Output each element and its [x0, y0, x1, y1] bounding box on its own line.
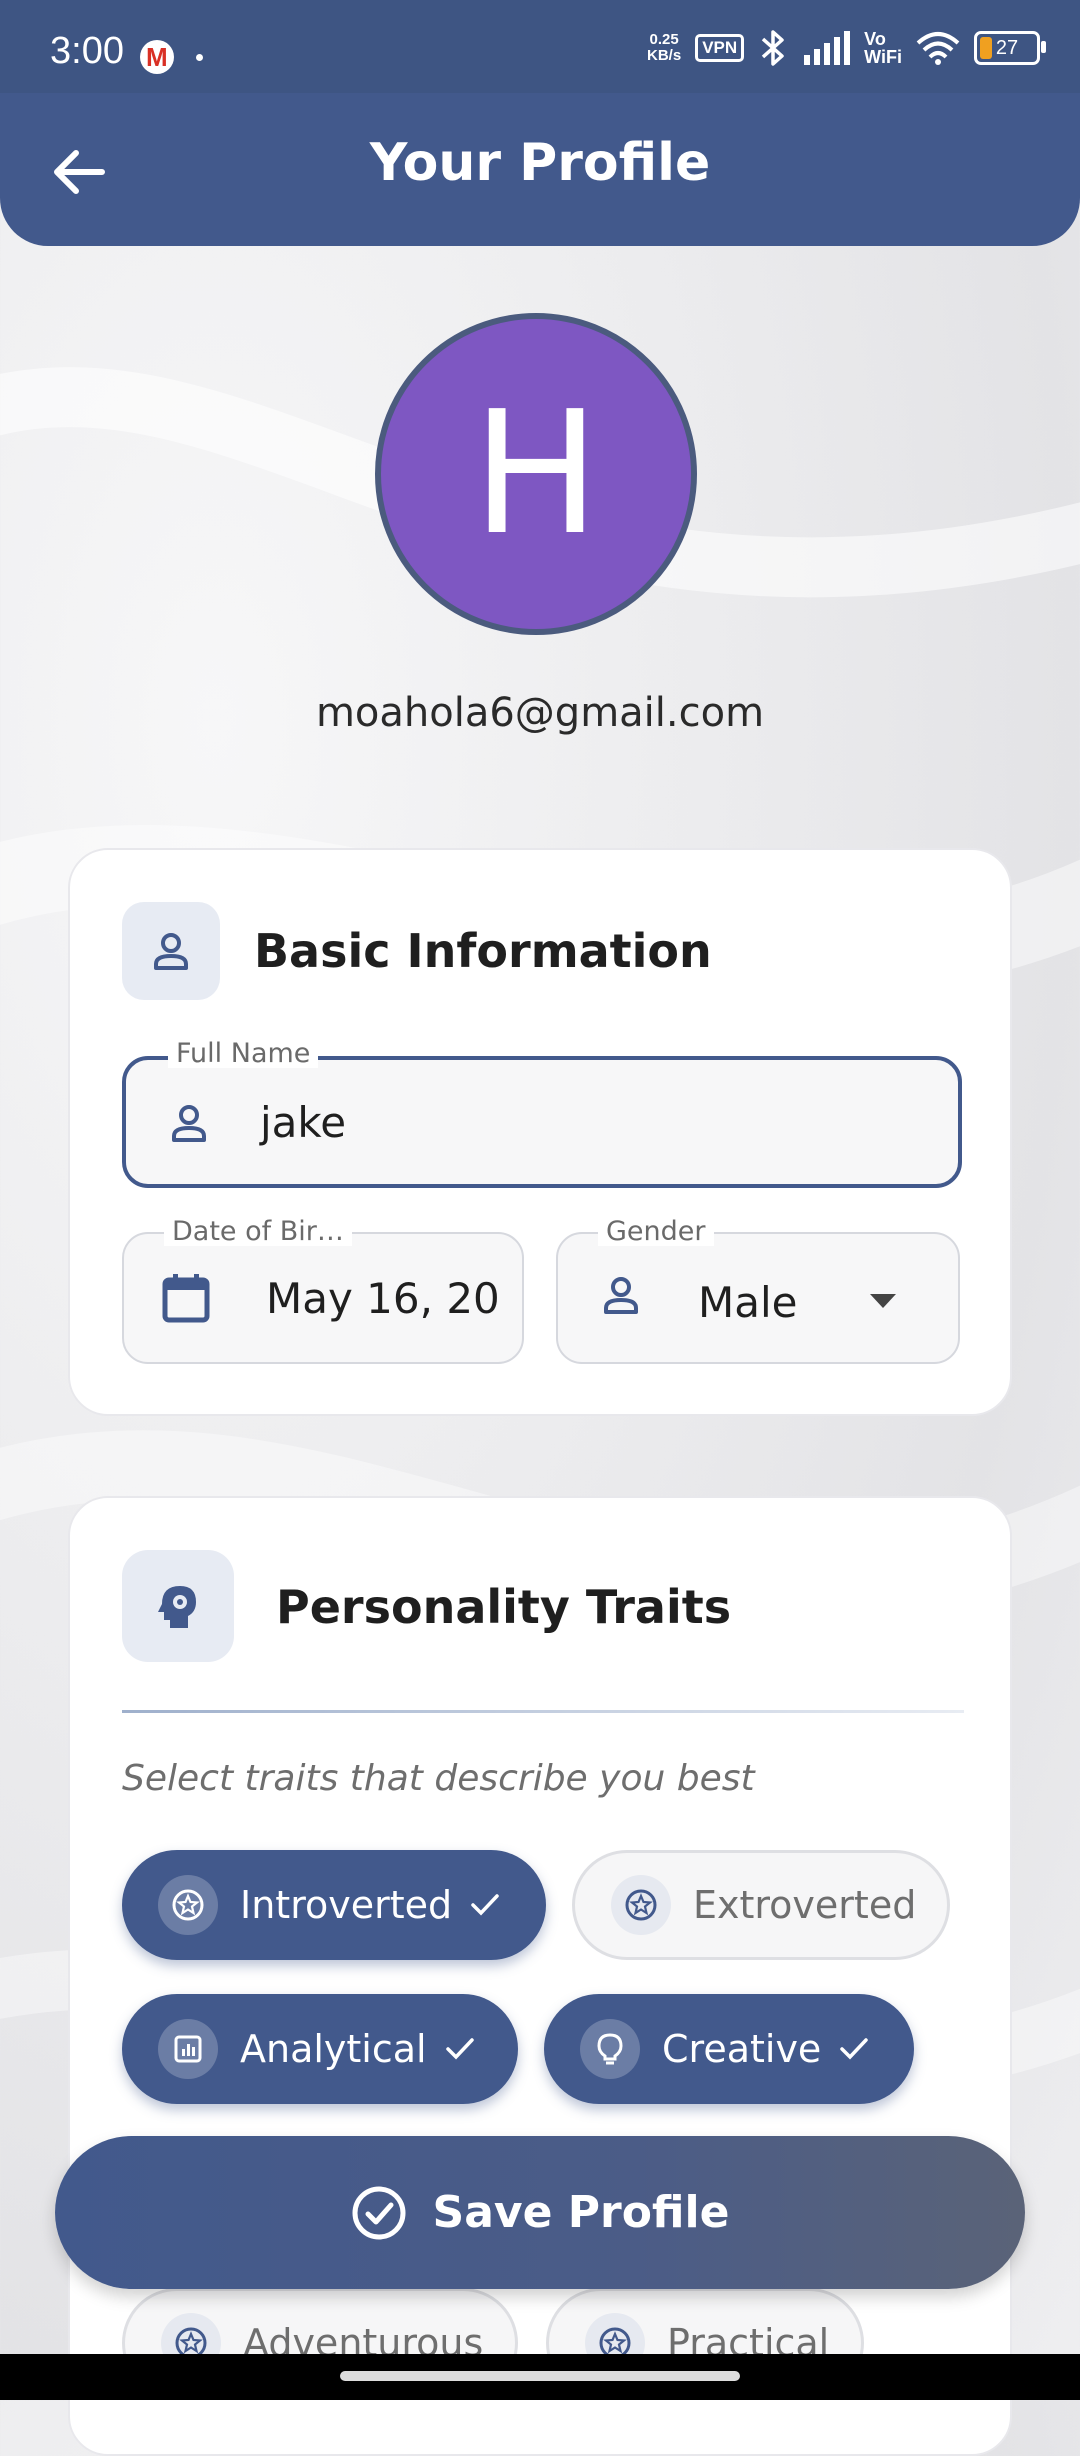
personality-icon-box — [122, 1550, 234, 1662]
save-profile-label: Save Profile — [432, 2187, 730, 2238]
gmail-icon: M — [140, 40, 174, 74]
person-icon — [172, 1105, 206, 1142]
system-nav-bar — [0, 2354, 1080, 2400]
net-speed-unit: KB/s — [647, 47, 682, 64]
page-title: Your Profile — [369, 133, 711, 193]
full-name-field[interactable]: Full Name jake — [122, 1040, 962, 1188]
status-icons: 0.25 KB/s VPN Vo WiFi 27 — [647, 28, 1046, 68]
date-of-birth-field[interactable]: Date of Bir… May 16, 20 — [122, 1218, 524, 1364]
date-of-birth-value: May 16, 20 — [266, 1274, 500, 1323]
notification-dot — [196, 54, 203, 61]
trait-label: Analytical — [240, 2027, 427, 2071]
net-speed: 0.25 KB/s — [647, 32, 681, 64]
avatar-letter: H — [472, 375, 600, 573]
battery-level: 27 — [995, 36, 1019, 59]
star-badge-icon — [158, 1875, 218, 1935]
trait-chip-extroverted[interactable]: Extroverted — [572, 1850, 950, 1960]
vowifi-indicator: Vo WiFi — [864, 30, 902, 66]
trait-chip-analytical[interactable]: Analytical — [122, 1994, 518, 2104]
trait-label: Introverted — [240, 1883, 453, 1927]
star-badge-icon — [611, 1875, 671, 1935]
person-icon — [604, 1277, 638, 1314]
vowifi-top: Vo — [864, 29, 886, 49]
wifi-icon — [916, 32, 960, 65]
user-email: moahola6@gmail.com — [315, 690, 765, 736]
check-icon — [840, 2038, 869, 2060]
chart-icon — [158, 2019, 218, 2079]
bluetooth-icon — [762, 30, 784, 66]
gender-dropdown[interactable]: Gender Male — [556, 1218, 960, 1364]
signal-icon — [804, 31, 851, 65]
home-gesture-handle[interactable] — [340, 2371, 740, 2381]
personality-title: Personality Traits — [276, 1580, 732, 1634]
net-speed-value: 0.25 — [649, 31, 679, 48]
full-name-input[interactable]: jake — [260, 1098, 346, 1147]
status-bar: 3:00 M 0.25 KB/s VPN Vo WiFi 27 — [0, 0, 1080, 93]
basic-info-title: Basic Information — [254, 924, 712, 978]
status-time: 3:00 — [50, 30, 124, 72]
section-divider — [122, 1710, 964, 1713]
traits-hint: Select traits that describe you best — [122, 1758, 755, 1799]
vowifi-bottom: WiFi — [864, 47, 902, 67]
person-icon — [154, 933, 188, 970]
save-profile-button[interactable]: Save Profile — [55, 2136, 1025, 2289]
gender-label: Gender — [598, 1218, 714, 1246]
gmail-glyph: M — [146, 42, 168, 72]
basic-info-card: Basic Information Full Name jake Date of… — [68, 848, 1012, 1416]
trait-chip-introverted[interactable]: Introverted — [122, 1850, 546, 1960]
trait-label: Extroverted — [693, 1883, 917, 1927]
gender-value: Male — [698, 1278, 798, 1327]
battery-nub — [1041, 41, 1046, 53]
personality-traits-card: Personality Traits Select traits that de… — [68, 1496, 1012, 2456]
check-icon — [471, 1894, 499, 1916]
date-of-birth-label: Date of Bir… — [164, 1218, 352, 1246]
caret-down-icon — [870, 1294, 896, 1308]
full-name-label: Full Name — [168, 1040, 319, 1068]
head-gear-icon — [158, 1586, 196, 1628]
avatar[interactable]: H — [375, 313, 697, 635]
lightbulb-icon — [580, 2019, 640, 2079]
basic-info-icon-box — [122, 902, 220, 1000]
battery-fill — [980, 37, 992, 59]
app-bar: Your Profile — [0, 93, 1080, 246]
battery-icon: 27 — [974, 31, 1046, 65]
trait-chip-creative[interactable]: Creative — [544, 1994, 914, 2104]
check-icon — [445, 2038, 474, 2060]
check-circle-icon — [352, 2186, 406, 2239]
calendar-icon — [162, 1274, 210, 1323]
vpn-badge: VPN — [695, 34, 745, 62]
trait-label: Creative — [662, 2027, 822, 2071]
